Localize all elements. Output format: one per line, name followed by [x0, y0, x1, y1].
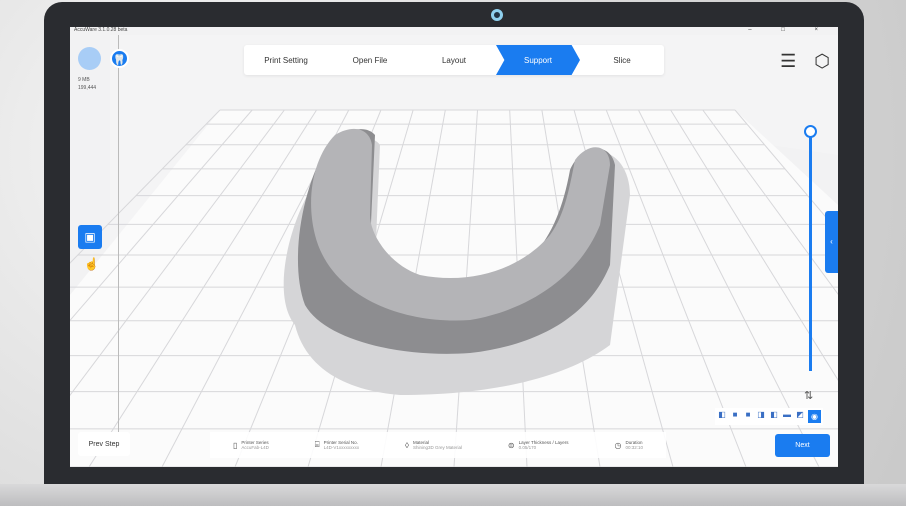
laptop-base	[0, 484, 906, 506]
step-open-file[interactable]: Open File	[328, 45, 412, 75]
info-value: 00:32:10	[625, 445, 643, 450]
next-button[interactable]: Next	[775, 434, 830, 457]
view-back-icon[interactable]: ▬	[782, 410, 792, 420]
settings-icon[interactable]: ⬡	[814, 51, 830, 72]
build-plate-viewport[interactable]	[70, 35, 838, 467]
print-info-bar: ▯ Printer Series AccuFab-L4D ⌸ Printer Seri…	[210, 432, 666, 458]
window-title: AccuWare 3.1.0.28 beta	[74, 27, 128, 33]
screenshot-icon[interactable]: ◉	[808, 410, 821, 423]
info-value: AccuFab-L4D	[241, 445, 269, 450]
info-serial: ⌸ Printer Serial No. L4D-V1xxxxxxxxx	[315, 440, 359, 450]
app-window: AccuWare 3.1.0.28 beta – □ × Print Setti…	[70, 27, 838, 467]
info-value: 0.05/170	[518, 445, 537, 450]
swap-icon[interactable]: ⇅	[804, 389, 813, 402]
triangle-count: 199,444	[78, 85, 97, 91]
step-support[interactable]: Support	[496, 45, 580, 75]
step-slice[interactable]: Slice	[580, 45, 664, 75]
avatar[interactable]	[78, 47, 101, 70]
info-printer-series: ▯ Printer Series AccuFab-L4D	[233, 440, 269, 450]
panel-divider	[118, 35, 119, 435]
tooth-icon[interactable]: 🦷	[110, 49, 129, 68]
info-layers: ⊜ Layer Thickness / Layers 0.05/170	[508, 440, 569, 450]
info-material: ◊ Material Shining3D Grey Material	[405, 440, 462, 450]
view-toolbar: ◧ ■ ■ ◨ ◧ ▬ ◩ ◉	[715, 408, 823, 425]
info-value: Shining3D Grey Material	[412, 445, 462, 450]
material-icon: ◊	[405, 440, 409, 450]
view-right-icon[interactable]: ◧	[769, 410, 779, 420]
layers-icon: ⊜	[507, 440, 515, 450]
view-top-icon[interactable]: ■	[743, 410, 753, 420]
clock-icon: ◷	[614, 440, 622, 450]
hand-cursor-icon[interactable]: ☝	[84, 257, 99, 271]
list-icon[interactable]: ☰	[780, 51, 796, 72]
step-print-setting[interactable]: Print Setting	[244, 45, 328, 75]
camera-icon	[491, 9, 503, 21]
window-controls[interactable]: – □ ×	[748, 27, 832, 33]
printer-icon: ▯	[232, 440, 238, 450]
view-left-icon[interactable]: ◨	[756, 410, 766, 420]
layer-slider-handle[interactable]	[804, 125, 817, 138]
prev-step-button[interactable]: Prev Step	[78, 432, 130, 456]
top-right-icons: ☰ ⬡	[780, 51, 830, 72]
file-size: 9 MB	[78, 77, 90, 83]
side-panel-toggle[interactable]: ‹	[825, 211, 838, 273]
view-front-icon[interactable]: ■	[730, 410, 740, 420]
view-bottom-icon[interactable]: ◩	[795, 410, 805, 420]
layer-slider-track[interactable]	[809, 131, 812, 371]
support-tool-button[interactable]: ▣	[78, 225, 102, 249]
view-iso-icon[interactable]: ◧	[717, 410, 727, 420]
info-value: L4D-V1xxxxxxxxx	[323, 445, 360, 450]
workflow-steps: Print Setting Open File Layout Support S…	[244, 45, 664, 75]
info-duration: ◷ Duration 00:32:10	[614, 440, 643, 450]
step-layout[interactable]: Layout	[412, 45, 496, 75]
serial-icon: ⌸	[314, 440, 320, 449]
